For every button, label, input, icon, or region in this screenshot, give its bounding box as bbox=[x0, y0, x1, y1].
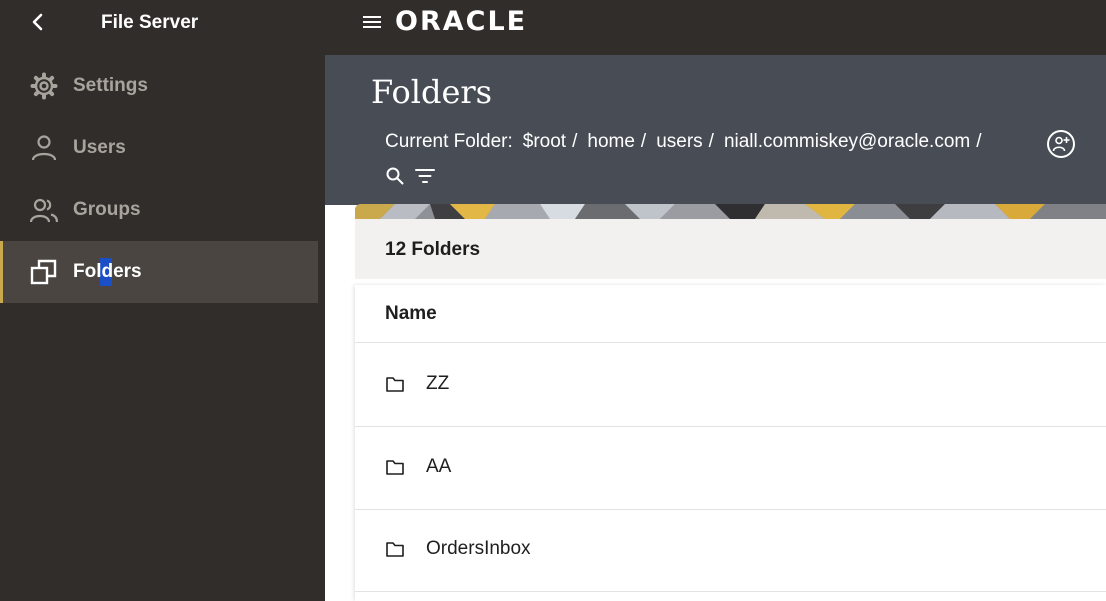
breadcrumb-item-user-folder[interactable]: niall.commiskey@oracle.com bbox=[724, 131, 970, 153]
folder-icon bbox=[386, 377, 404, 392]
decorative-banner bbox=[355, 204, 1106, 219]
sidebar-item-label: Users bbox=[73, 137, 126, 158]
top-bar: File Server ORACLE bbox=[0, 0, 1106, 55]
folder-name: AA bbox=[426, 456, 452, 477]
folder-list: Name ZZ AA OrdersInbox bbox=[355, 285, 1106, 601]
breadcrumb-separator: / bbox=[572, 131, 578, 152]
back-button[interactable] bbox=[26, 10, 48, 34]
table-row[interactable]: ZZ bbox=[355, 344, 1106, 427]
manage-access-icon bbox=[1052, 136, 1070, 152]
app-root: File Server ORACLE Settings Users Groups… bbox=[0, 0, 1106, 601]
hamburger-menu-button[interactable] bbox=[363, 14, 381, 30]
folders-icon bbox=[30, 259, 57, 285]
folder-count: 12 Folders bbox=[385, 239, 481, 260]
folder-name: ZZ bbox=[426, 373, 450, 394]
breadcrumb-separator: / bbox=[640, 131, 647, 152]
sidebar-item-users[interactable]: Users bbox=[0, 117, 318, 179]
folder-count-bar: 12 Folders bbox=[355, 219, 1106, 279]
breadcrumb-item-home[interactable]: home bbox=[587, 131, 635, 153]
folder-icon bbox=[386, 542, 404, 557]
breadcrumb-separator: / bbox=[708, 131, 714, 152]
breadcrumb-item-root[interactable]: $root bbox=[523, 131, 566, 153]
current-folder-label: Current Folder: bbox=[385, 131, 513, 152]
sidebar-item-label: Groups bbox=[73, 199, 141, 220]
gear-icon bbox=[30, 72, 58, 100]
sidebar: Settings Users Groups Folders bbox=[0, 55, 325, 601]
folder-icon bbox=[386, 460, 404, 475]
sidebar-item-groups[interactable]: Groups bbox=[0, 179, 318, 241]
manage-access-button[interactable] bbox=[1047, 130, 1075, 158]
table-row[interactable]: OrdersInbox bbox=[355, 509, 1106, 592]
table-row[interactable]: AA bbox=[355, 427, 1106, 510]
breadcrumb-item-users[interactable]: users bbox=[656, 131, 702, 153]
column-header-label: Name bbox=[385, 303, 437, 324]
user-icon bbox=[31, 135, 57, 161]
sidebar-item-label: Folders bbox=[73, 261, 142, 282]
app-title: File Server bbox=[101, 12, 199, 33]
breadcrumb: Current Folder: $root / home / users / n… bbox=[385, 131, 992, 153]
filter-icon[interactable] bbox=[415, 168, 435, 184]
chevron-left-icon bbox=[32, 13, 43, 31]
column-header-name[interactable]: Name bbox=[355, 285, 1106, 343]
folder-name: OrdersInbox bbox=[426, 538, 531, 559]
oracle-logo: ORACLE bbox=[395, 6, 528, 37]
sidebar-item-settings[interactable]: Settings bbox=[0, 55, 318, 117]
sidebar-item-label: Settings bbox=[73, 75, 148, 96]
users-group-icon bbox=[30, 198, 58, 223]
search-icon[interactable] bbox=[385, 166, 405, 186]
page-header: Folders Current Folder: $root / home / u… bbox=[325, 55, 1106, 205]
breadcrumb-separator: / bbox=[976, 131, 982, 152]
sidebar-item-folders[interactable]: Folders bbox=[0, 241, 318, 303]
page-title: Folders bbox=[371, 73, 493, 111]
